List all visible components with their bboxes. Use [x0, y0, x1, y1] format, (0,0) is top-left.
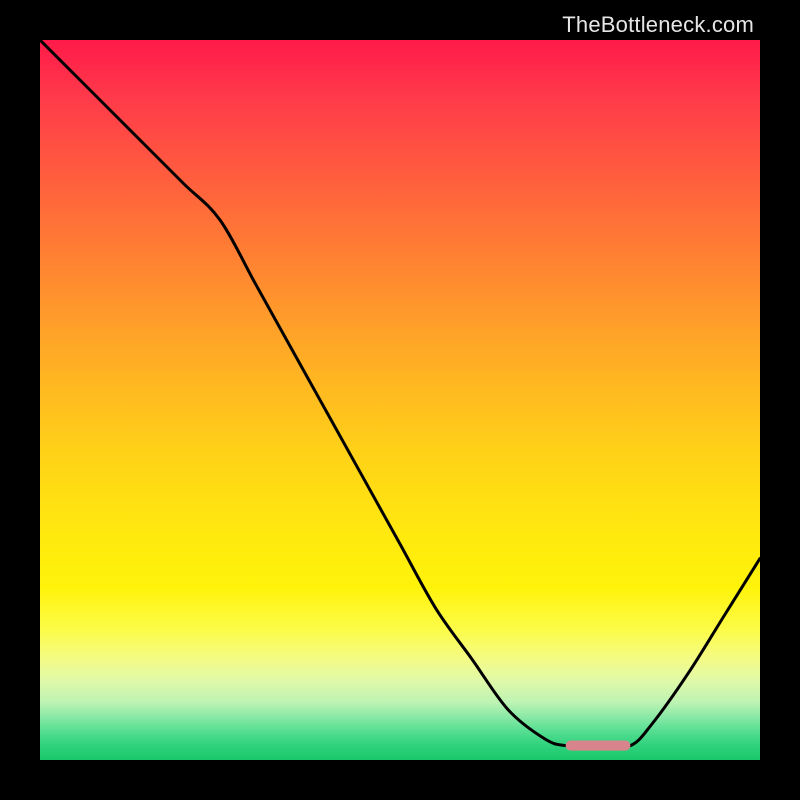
optimal-range-marker — [566, 741, 631, 751]
chart-frame: TheBottleneck.com — [0, 0, 800, 800]
bottleneck-curve — [40, 40, 760, 747]
chart-svg — [40, 40, 760, 760]
gradient-plot-area — [40, 40, 760, 760]
watermark-text: TheBottleneck.com — [562, 12, 754, 38]
